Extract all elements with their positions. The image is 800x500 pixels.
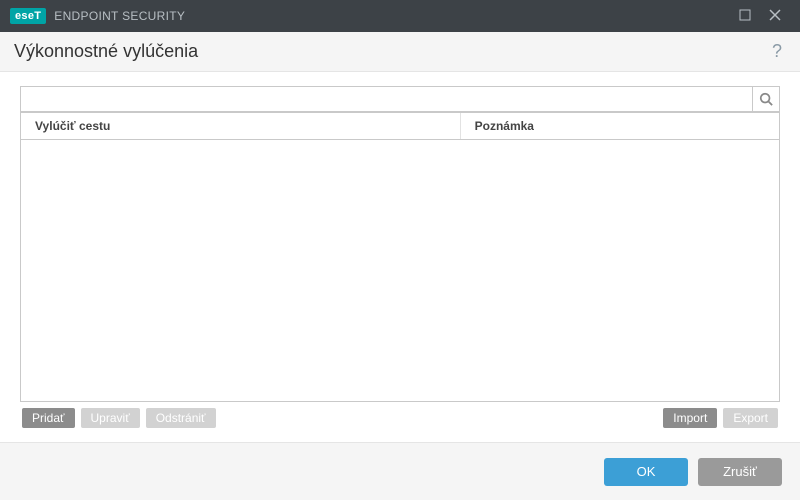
search-icon	[759, 92, 773, 106]
subheader: Výkonnostné vylúčenia ?	[0, 32, 800, 72]
dialog-footer: OK Zrušiť	[0, 442, 800, 500]
add-button[interactable]: Pridať	[22, 408, 75, 428]
cancel-button[interactable]: Zrušiť	[698, 458, 782, 486]
edit-button: Upraviť	[81, 408, 140, 428]
search-button[interactable]	[752, 86, 780, 112]
page-title: Výkonnostné vylúčenia	[14, 41, 198, 62]
titlebar: eseT ENDPOINT SECURITY	[0, 0, 800, 32]
window-minimize-icon[interactable]	[730, 9, 760, 24]
brand-text: ENDPOINT SECURITY	[54, 9, 185, 23]
window-close-icon[interactable]	[760, 9, 790, 24]
import-button[interactable]: Import	[663, 408, 717, 428]
help-icon[interactable]: ?	[768, 41, 786, 62]
export-button: Export	[723, 408, 778, 428]
brand-logo: eseT	[10, 8, 46, 24]
delete-button: Odstrániť	[146, 408, 216, 428]
column-header-path[interactable]: Vylúčiť cestu	[21, 113, 461, 139]
exclusions-table: Vylúčiť cestu Poznámka	[20, 112, 780, 402]
ok-button[interactable]: OK	[604, 458, 688, 486]
table-body-empty	[21, 140, 779, 402]
column-header-note[interactable]: Poznámka	[461, 113, 779, 139]
search-input[interactable]	[20, 86, 752, 112]
